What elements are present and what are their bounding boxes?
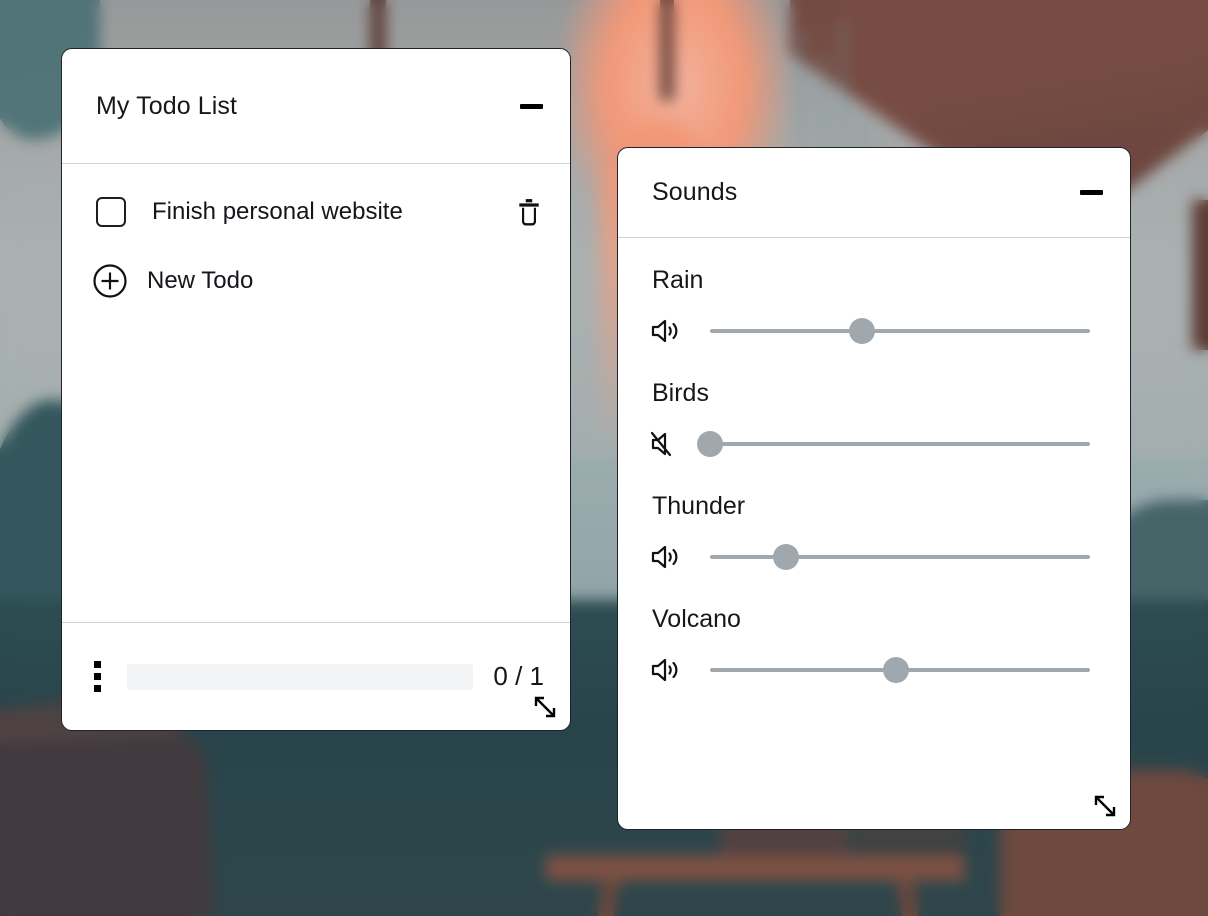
sound-slider-row-rain xyxy=(650,311,1090,351)
new-todo-label: New Todo xyxy=(147,267,254,294)
speaker-icon xyxy=(651,658,678,682)
birds-volume-slider[interactable] xyxy=(697,429,1090,459)
speaker-muted-icon xyxy=(650,431,672,457)
trash-icon xyxy=(519,199,539,226)
plus-circle-icon xyxy=(93,264,127,298)
sound-control-thunder: Thunder xyxy=(650,492,1090,577)
sounds-minimize-button[interactable] xyxy=(1076,180,1106,206)
todo-resize-handle[interactable] xyxy=(530,692,560,722)
rain-volume-slider[interactable] xyxy=(710,316,1090,346)
slider-thumb[interactable] xyxy=(883,657,910,683)
kebab-dot xyxy=(94,673,101,680)
todo-widget-title: My Todo List xyxy=(96,91,238,120)
todo-widget: My Todo List Finish personal website New… xyxy=(61,48,571,731)
sounds-widget-header: Sounds xyxy=(618,148,1130,238)
todo-widget-header: My Todo List xyxy=(62,49,570,164)
sound-slider-row-volcano xyxy=(650,650,1090,690)
kebab-dot xyxy=(94,685,101,692)
sound-control-volcano: Volcano xyxy=(650,605,1090,690)
sound-label-birds: Birds xyxy=(652,379,709,407)
volcano-mute-toggle[interactable] xyxy=(650,655,688,685)
volcano-volume-slider[interactable] xyxy=(710,655,1090,685)
sound-control-rain: Rain xyxy=(650,266,1090,351)
speaker-icon xyxy=(651,319,678,343)
slider-thumb[interactable] xyxy=(849,318,875,344)
resize-diagonal-icon xyxy=(1094,795,1116,817)
todo-options-menu-button[interactable] xyxy=(94,661,101,692)
todo-progress-bar xyxy=(127,663,474,690)
slider-track xyxy=(710,329,1090,333)
thunder-mute-toggle[interactable] xyxy=(650,542,688,572)
kebab-dot xyxy=(94,661,101,668)
minimize-icon xyxy=(519,103,543,109)
todo-list: Finish personal website New Todo xyxy=(62,164,570,642)
speaker-icon xyxy=(651,545,678,569)
resize-diagonal-icon xyxy=(534,696,556,718)
todo-item-delete-button[interactable] xyxy=(516,198,542,226)
todo-progress-count: 0 / 1 xyxy=(493,661,544,691)
birds-mute-toggle[interactable] xyxy=(650,429,688,459)
sound-label-volcano: Volcano xyxy=(652,605,741,633)
todo-item-checkbox[interactable] xyxy=(96,197,126,227)
rain-mute-toggle[interactable] xyxy=(650,316,688,346)
todo-minimize-button[interactable] xyxy=(516,93,546,119)
slider-thumb[interactable] xyxy=(697,431,723,457)
thunder-volume-slider[interactable] xyxy=(710,542,1090,572)
sound-slider-row-birds xyxy=(650,424,1090,464)
sounds-slider-list: Rain Birds Thunder Volcano xyxy=(618,238,1130,690)
sound-control-birds: Birds xyxy=(650,379,1090,464)
todo-widget-footer: 0 / 1 xyxy=(62,622,570,730)
sounds-resize-handle[interactable] xyxy=(1090,791,1120,821)
minimize-icon xyxy=(1079,190,1103,195)
sound-label-thunder: Thunder xyxy=(652,492,746,520)
slider-track xyxy=(710,555,1090,559)
new-todo-button[interactable]: New Todo xyxy=(62,242,570,304)
sound-slider-row-thunder xyxy=(650,537,1090,577)
sounds-widget: Sounds Rain Birds Thunder Volcano xyxy=(617,147,1131,830)
slider-track xyxy=(710,442,1090,446)
sound-label-rain: Rain xyxy=(652,266,704,294)
slider-thumb[interactable] xyxy=(773,544,799,570)
todo-item-label: Finish personal website xyxy=(152,198,403,225)
sounds-widget-title: Sounds xyxy=(652,178,738,206)
todo-item[interactable]: Finish personal website xyxy=(62,182,570,242)
